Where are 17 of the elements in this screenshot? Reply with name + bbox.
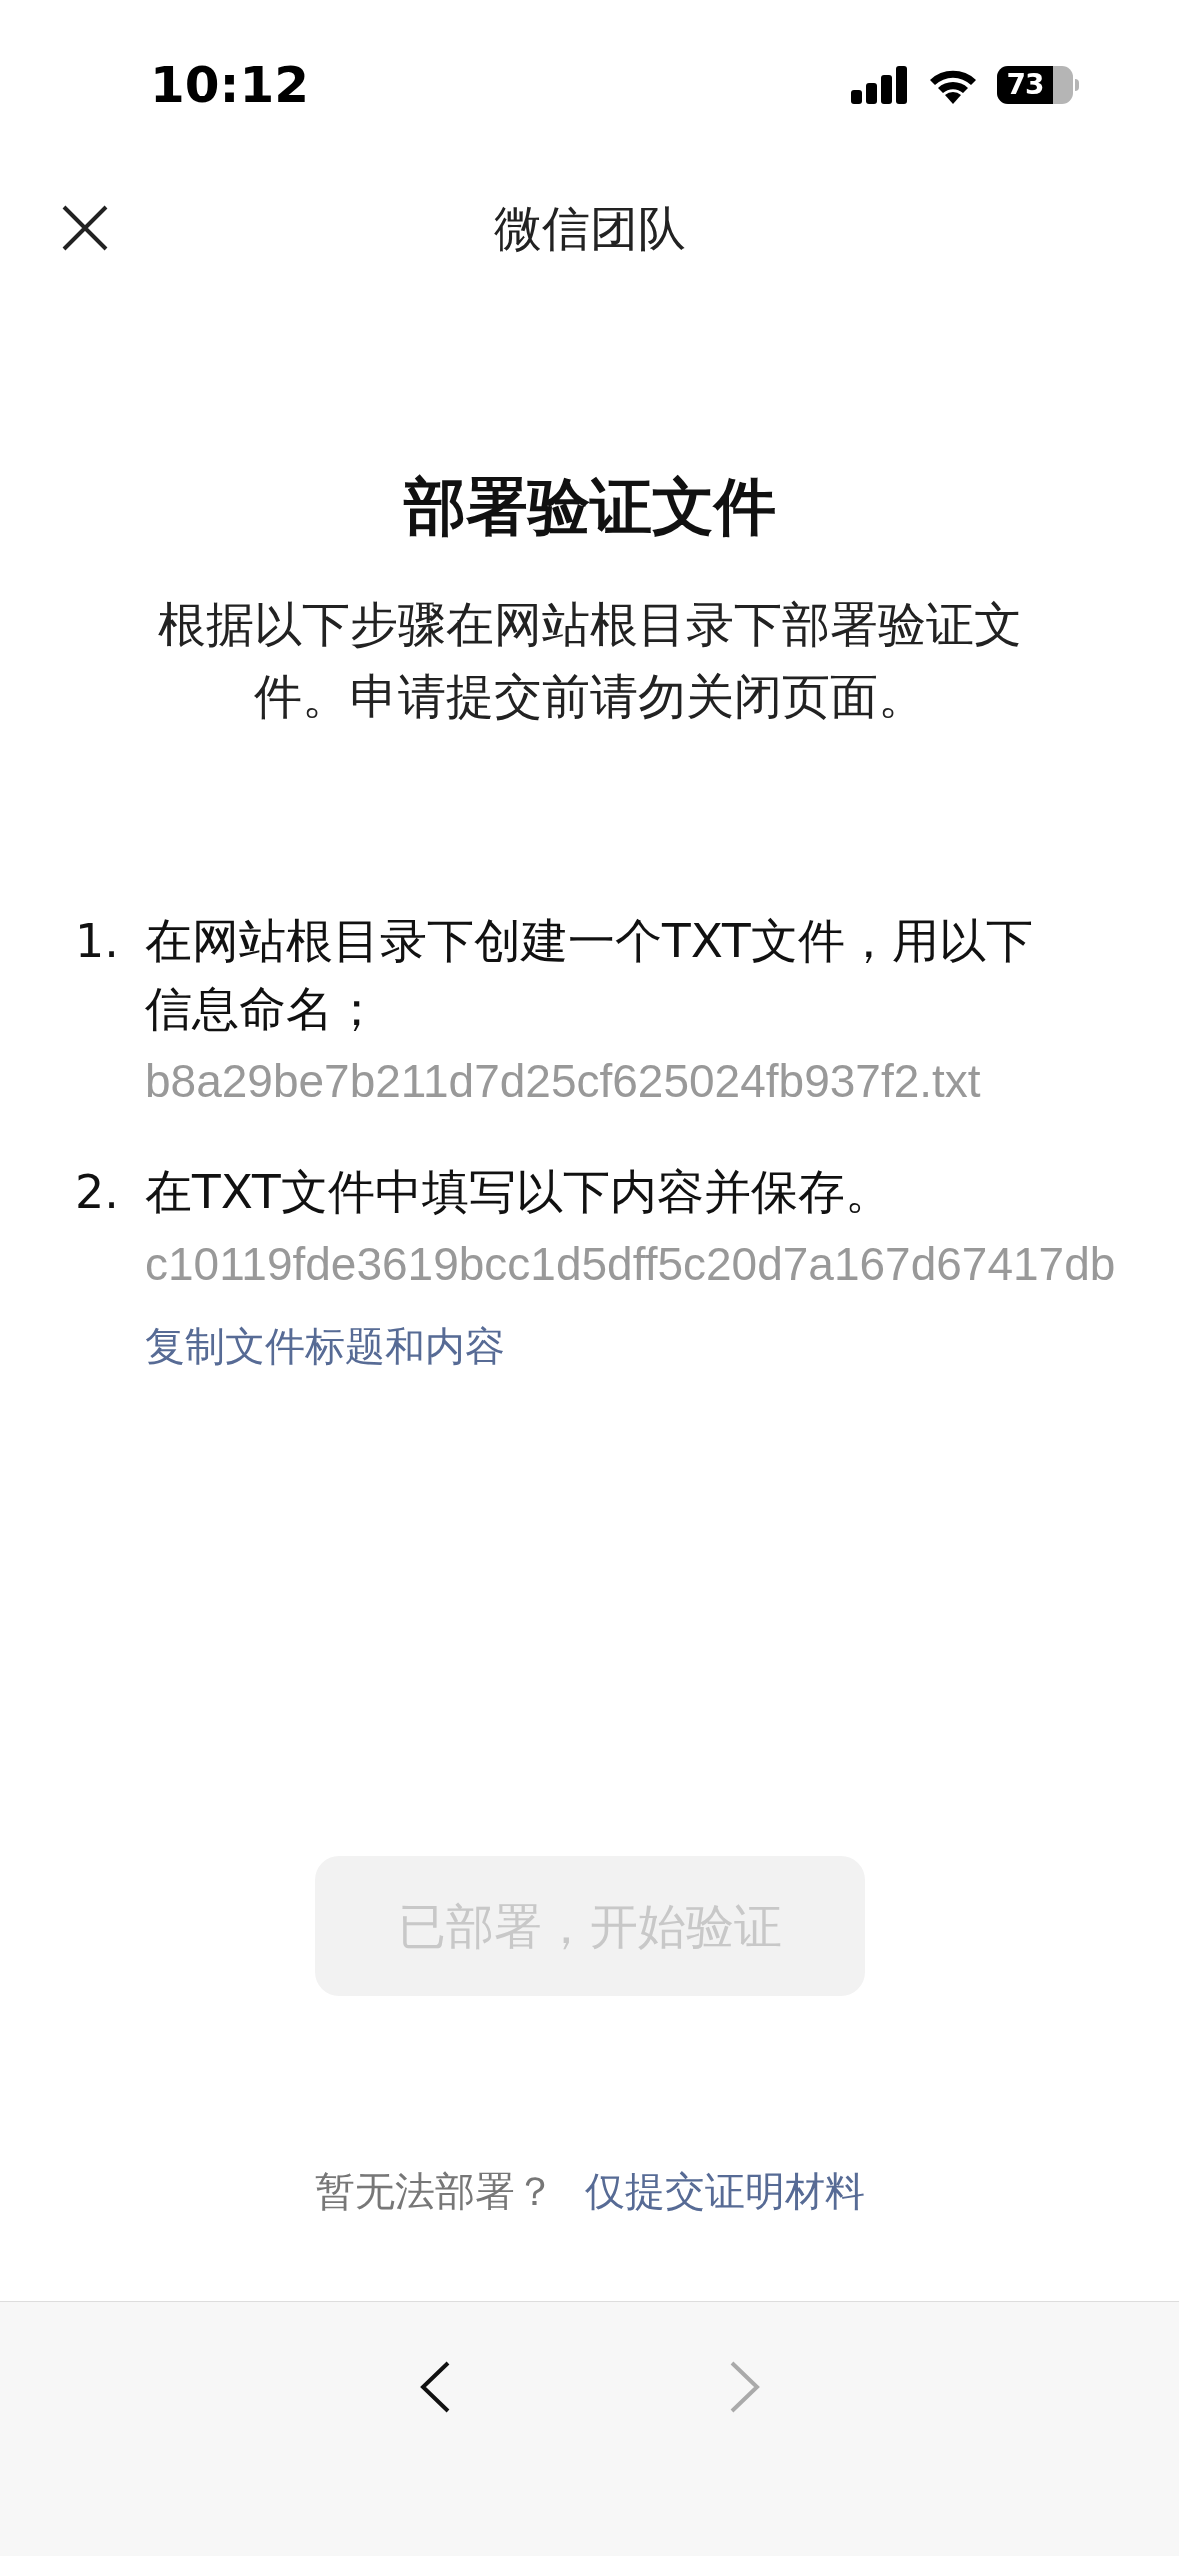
step-text: 在TXT文件中填写以下内容并保存。 xyxy=(145,1163,893,1221)
copy-link[interactable]: 复制文件标题和内容 xyxy=(145,1316,505,1376)
intro-text: 根据以下步骤在网站根目录下部署验证文件。申请提交前请勿关闭页面。 xyxy=(156,595,1023,726)
step-text: 在网站根目录下创建一个TXT文件，用以下信息命名； xyxy=(145,912,1034,1038)
status-time: 10:12 xyxy=(150,54,310,116)
chevron-left-icon xyxy=(419,2361,450,2413)
step-number: 1. xyxy=(75,913,120,970)
signal-icon xyxy=(851,66,909,104)
close-icon xyxy=(62,204,108,251)
step-value: c10119fde3619bcc1d5dff5c20d7a167d67417db xyxy=(145,1237,1117,1292)
question-text: 暂无法部署？ xyxy=(314,2167,555,2216)
submit-proof-link[interactable]: 仅提交证明材料 xyxy=(584,2161,865,2221)
step-value: b8a29be7b211d7d25cf625024fb937f2.txt xyxy=(145,1054,982,1109)
step-number: 2. xyxy=(75,1164,120,1221)
chevron-right-icon xyxy=(729,2361,760,2413)
heading: 部署验证文件 xyxy=(403,469,776,545)
page-title: 微信团队 xyxy=(493,198,686,258)
